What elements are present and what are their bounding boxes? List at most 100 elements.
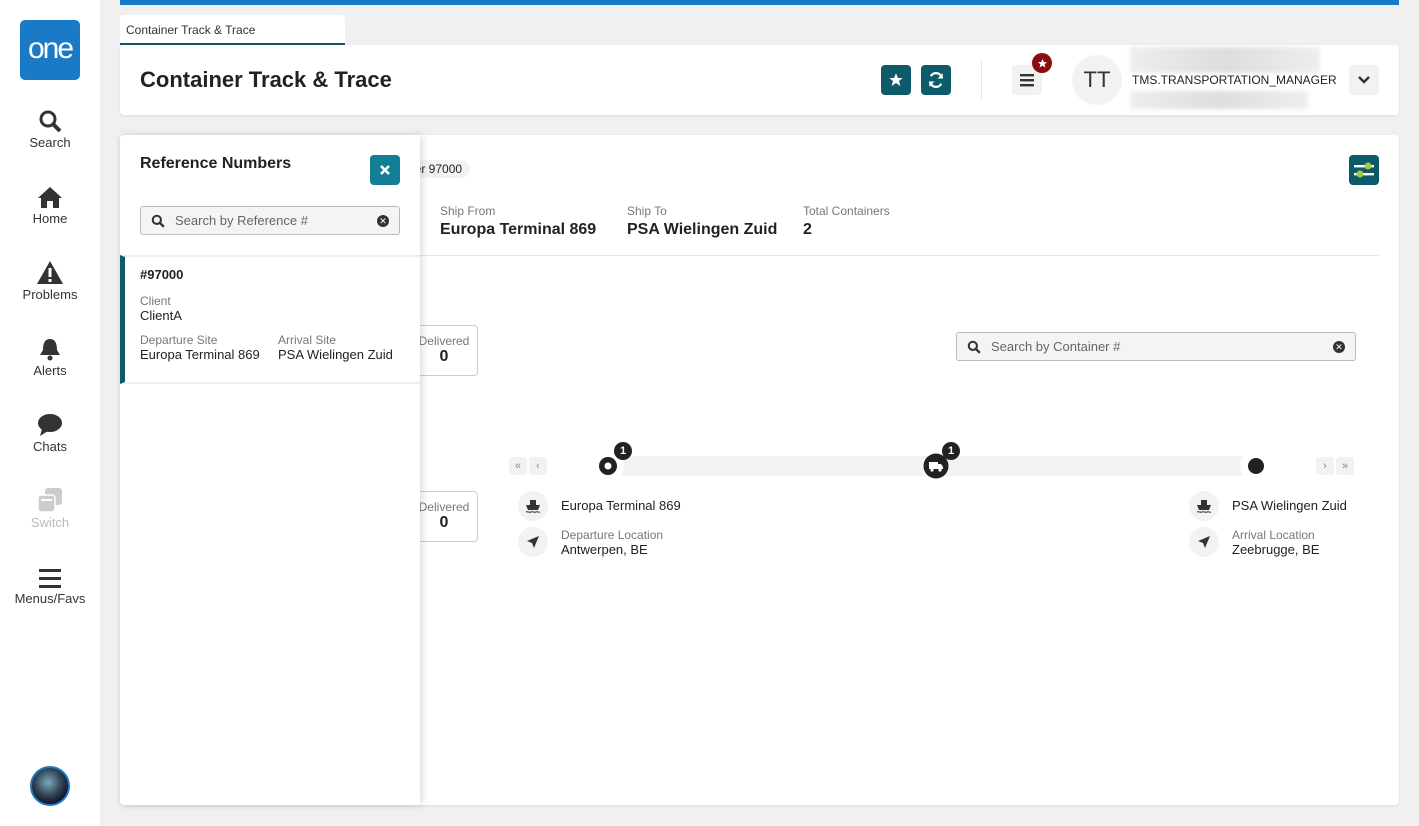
nav-menus-favs[interactable]: Menus/Favs — [0, 563, 100, 606]
arrival-site-value: PSA Wielingen Zuid — [278, 347, 393, 362]
user-dropdown-button[interactable] — [1349, 65, 1379, 95]
reference-list-item[interactable]: #97000 Client ClientA Departure Site Euro… — [120, 255, 420, 384]
arrival-location-label: Arrival Location — [1232, 528, 1315, 542]
top-accent-bar — [120, 0, 1399, 5]
ship-from: Ship From Europa Terminal 869 — [440, 204, 596, 239]
search-icon — [151, 214, 165, 228]
warning-icon — [0, 259, 100, 285]
nav-home[interactable]: Home — [0, 183, 100, 226]
delivered-count-box[interactable]: Delivered 0 — [410, 325, 478, 376]
list-icon — [1020, 74, 1034, 87]
redacted-info — [1130, 91, 1308, 109]
nav-label: Home — [32, 211, 68, 226]
arrival-site-label: Arrival Site — [278, 333, 337, 347]
refresh-icon — [928, 72, 944, 88]
nav-label: Menus/Favs — [14, 591, 86, 606]
reference-number: #97000 — [140, 267, 184, 282]
reference-numbers-panel: Reference Numbers Search by Reference # … — [120, 135, 420, 805]
chat-icon — [0, 411, 100, 437]
client-label: Client — [140, 294, 171, 308]
tab-container-track-trace[interactable]: Container Track & Trace — [120, 15, 345, 45]
container-search-placeholder: Search by Container # — [991, 339, 1121, 354]
departure-site-value: Europa Terminal 869 — [140, 347, 260, 362]
ship-icon — [1189, 491, 1219, 521]
delivered-value: 0 — [439, 514, 449, 531]
timeline-end-node[interactable] — [1240, 450, 1272, 482]
home-icon — [0, 183, 100, 209]
filter-settings-button[interactable] — [1349, 155, 1379, 185]
star-icon — [889, 73, 903, 86]
ship-icon — [518, 491, 548, 521]
divider — [420, 255, 1379, 256]
ship-from-value: Europa Terminal 869 — [440, 221, 597, 238]
switch-icon — [0, 487, 100, 513]
search-icon — [0, 107, 100, 133]
favorite-button[interactable] — [881, 65, 911, 95]
panel-title: Reference Numbers — [140, 155, 292, 172]
search-icon — [967, 340, 981, 354]
nav-search[interactable]: Search — [0, 107, 100, 150]
delivered-count-box[interactable]: Delivered 0 — [410, 491, 478, 542]
next-page-button[interactable]: › — [1316, 457, 1334, 475]
divider — [981, 60, 982, 100]
total-containers: Total Containers 2 — [803, 204, 890, 239]
delivered-value: 0 — [439, 348, 449, 365]
clear-icon[interactable]: ✕ — [377, 214, 389, 227]
delivered-label: Delivered — [418, 500, 470, 514]
nav-label: Problems — [22, 287, 78, 302]
refresh-button[interactable] — [921, 65, 951, 95]
origin-icon — [599, 457, 617, 475]
close-panel-button[interactable] — [370, 155, 400, 185]
nav-switch[interactable]: Switch — [0, 487, 100, 530]
reference-search-input[interactable]: Search by Reference # ✕ — [140, 206, 400, 235]
redacted-username — [1130, 47, 1320, 73]
ship-from-label: Ship From — [440, 204, 496, 218]
client-value: ClientA — [140, 308, 182, 323]
ship-to-label: Ship To — [627, 204, 667, 218]
arrival-location-value: Zeebrugge, BE — [1232, 542, 1320, 557]
location-arrow-icon — [1189, 527, 1219, 557]
page-header: Container Track & Trace TT TMS.TRANSPORT… — [120, 45, 1399, 115]
nav-problems[interactable]: Problems — [0, 259, 100, 302]
clear-icon[interactable]: ✕ — [1333, 340, 1345, 353]
nav-label: Switch — [30, 515, 70, 530]
mid-count-badge: 1 — [942, 442, 960, 460]
menu-icon — [0, 563, 100, 589]
reference-search-placeholder: Search by Reference # — [175, 213, 308, 228]
user-role: TMS.TRANSPORTATION_MANAGER — [1132, 73, 1337, 87]
star-icon — [1037, 58, 1047, 68]
user-avatar-image[interactable] — [30, 766, 70, 806]
nav-chats[interactable]: Chats — [0, 411, 100, 454]
destination-icon — [1248, 458, 1264, 474]
nav-label: Alerts — [33, 363, 67, 378]
last-page-button[interactable]: » — [1336, 457, 1354, 475]
departure-location-label: Departure Location — [561, 528, 664, 542]
arrival-location: Arrival Location Zeebrugge, BE — [1232, 528, 1319, 557]
chevron-down-icon — [1358, 76, 1370, 84]
start-count-badge: 1 — [614, 442, 632, 460]
total-containers-label: Total Containers — [803, 204, 890, 218]
bell-icon — [0, 335, 100, 361]
page-title: Container Track & Trace — [140, 67, 392, 92]
departure-site-label: Departure Site — [140, 333, 218, 347]
first-page-button[interactable]: « — [509, 457, 527, 475]
sliders-icon — [1354, 162, 1374, 178]
left-nav: one Search Home Problems Alerts Chats Sw… — [0, 0, 100, 826]
location-arrow-icon — [518, 527, 548, 557]
departure-location: Departure Location Antwerpen, BE — [561, 528, 663, 557]
tab-label: Container Track & Trace — [126, 23, 256, 37]
favorites-badge — [1032, 53, 1052, 73]
departure-site: Europa Terminal 869 — [561, 498, 681, 513]
close-icon — [380, 165, 390, 175]
arrival-site: PSA Wielingen Zuid — [1232, 498, 1347, 513]
departure-location-value: Antwerpen, BE — [561, 542, 648, 557]
nav-alerts[interactable]: Alerts — [0, 335, 100, 378]
ship-to-value: PSA Wielingen Zuid — [627, 221, 778, 238]
container-search-input[interactable]: Search by Container # ✕ — [956, 332, 1356, 361]
nav-label: Search — [29, 135, 71, 150]
one-logo[interactable]: one — [20, 20, 80, 80]
prev-page-button[interactable]: ‹ — [529, 457, 547, 475]
total-containers-value: 2 — [803, 221, 812, 238]
user-avatar[interactable]: TT — [1072, 55, 1122, 105]
delivered-label: Delivered — [418, 334, 470, 348]
